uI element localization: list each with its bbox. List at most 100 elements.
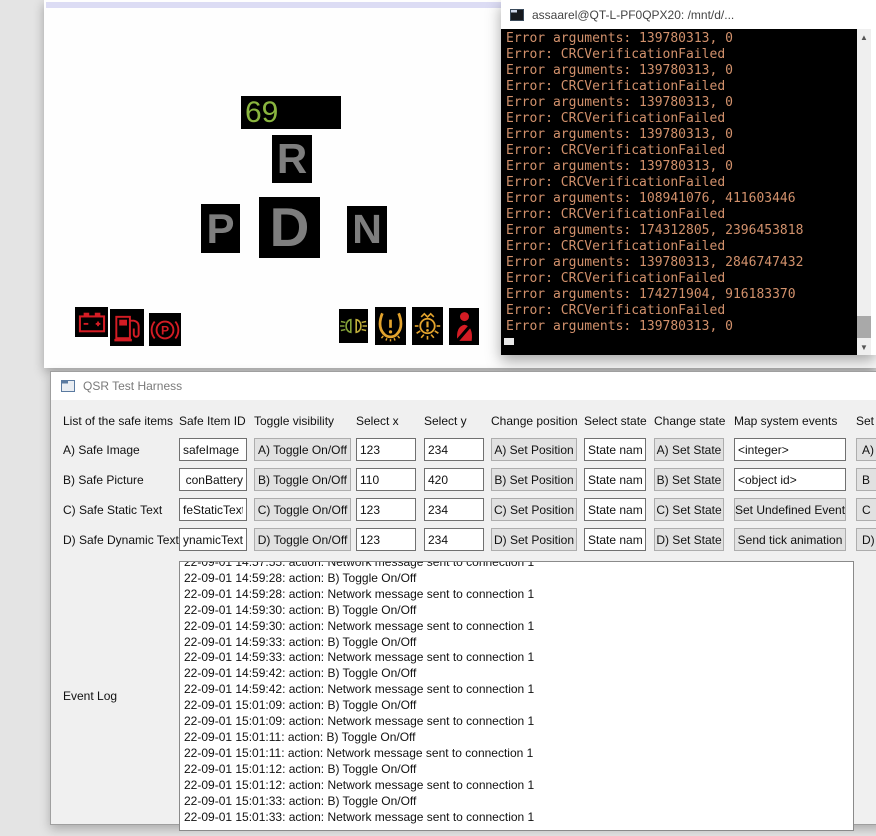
set-position-button-b[interactable]: B) Set Position	[491, 468, 577, 491]
event-log-line: 22-09-01 15:01:09: action: B) Toggle On/…	[184, 698, 849, 714]
event-log-line: 22-09-01 14:57:55: action: Network messa…	[184, 561, 849, 571]
lamp-failure-icon	[412, 307, 443, 345]
row-label-safe-image: A) Safe Image	[63, 438, 179, 461]
header-safe-item-id: Safe Item ID	[179, 408, 254, 434]
overflow-button-c[interactable]: C	[856, 498, 876, 521]
set-position-button-c[interactable]: C) Set Position	[491, 498, 577, 521]
event-log-label: Event Log	[63, 561, 179, 831]
battery-warning-icon	[75, 307, 108, 337]
map-event-input-b[interactable]	[734, 468, 846, 491]
scroll-down-icon[interactable]: ▼	[857, 340, 871, 354]
set-undefined-event-button[interactable]: Set Undefined Event	[734, 498, 846, 521]
terminal-line: Error: CRCVerificationFailed	[506, 143, 857, 159]
gear-indicator-neutral: N	[347, 206, 387, 253]
state-input-a[interactable]	[584, 438, 646, 461]
gear-indicator-park: P	[201, 204, 240, 253]
app-icon	[61, 380, 75, 392]
y-input-a[interactable]	[424, 438, 484, 461]
terminal-line: Error arguments: 139780313, 0	[506, 319, 857, 335]
x-input-b[interactable]	[356, 468, 416, 491]
event-log-line: 22-09-01 15:01:09: action: Network messa…	[184, 714, 849, 730]
set-state-button-b[interactable]: B) Set State	[654, 468, 724, 491]
toggle-button-a[interactable]: A) Toggle On/Off	[254, 438, 351, 461]
state-input-b[interactable]	[584, 468, 646, 491]
desktop: 69 R P D N	[0, 0, 876, 836]
y-input-b[interactable]	[424, 468, 484, 491]
event-log[interactable]: 22-09-01 14:57:55: action: Network messa…	[179, 561, 854, 831]
terminal-line: Error arguments: 174312805, 2396453818	[506, 223, 857, 239]
header-change-state: Change state	[654, 408, 734, 434]
set-state-button-d[interactable]: D) Set State	[654, 528, 724, 551]
overflow-button-a[interactable]: A)	[856, 438, 876, 461]
terminal-line: Error arguments: 108941076, 411603446	[506, 191, 857, 207]
overflow-button-d[interactable]: D) S	[856, 528, 876, 551]
terminal-line: Error: CRCVerificationFailed	[506, 175, 857, 191]
x-input-d[interactable]	[356, 528, 416, 551]
window-title: QSR Test Harness	[83, 379, 182, 393]
state-input-c[interactable]	[584, 498, 646, 521]
toggle-button-b[interactable]: B) Toggle On/Off	[254, 468, 351, 491]
terminal-line: Error: CRCVerificationFailed	[506, 79, 857, 95]
terminal-line: Error arguments: 139780313, 0	[506, 127, 857, 143]
svg-text:P: P	[161, 323, 169, 337]
header-overflow: Set s	[856, 408, 876, 434]
x-input-c[interactable]	[356, 498, 416, 521]
set-state-button-c[interactable]: C) Set State	[654, 498, 724, 521]
terminal-line: Error: CRCVerificationFailed	[506, 111, 857, 127]
terminal-scrollbar[interactable]: ▲ ▼	[857, 29, 871, 355]
terminal-window: assaarel@QT-L-PF0QPX20: /mnt/d/... — □ ✕…	[501, 0, 876, 355]
terminal-line: Error: CRCVerificationFailed	[506, 271, 857, 287]
terminal-icon	[510, 9, 524, 21]
row-label-safe-static-text: C) Safe Static Text	[63, 498, 179, 521]
position-lamp-icon	[339, 309, 368, 343]
speed-display: 69	[241, 96, 341, 129]
map-event-input-a[interactable]	[734, 438, 846, 461]
header-change-position: Change position	[491, 408, 584, 434]
set-position-button-d[interactable]: D) Set Position	[491, 528, 577, 551]
event-log-line: 22-09-01 14:59:28: action: B) Toggle On/…	[184, 571, 849, 587]
y-input-d[interactable]	[424, 528, 484, 551]
event-log-line: 22-09-01 15:01:11: action: Network messa…	[184, 746, 849, 762]
overflow-button-b[interactable]: B	[856, 468, 876, 491]
event-log-line: 22-09-01 15:01:33: action: Network messa…	[184, 810, 849, 826]
event-log-line: 22-09-01 14:59:28: action: Network messa…	[184, 587, 849, 603]
scroll-up-icon[interactable]: ▲	[857, 30, 871, 44]
state-input-d[interactable]	[584, 528, 646, 551]
scrollbar-thumb[interactable]	[857, 316, 871, 338]
event-log-line: 22-09-01 15:01:11: action: B) Toggle On/…	[184, 730, 849, 746]
header-toggle-visibility: Toggle visibility	[254, 408, 356, 434]
header-select-state: Select state	[584, 408, 654, 434]
x-input-a[interactable]	[356, 438, 416, 461]
set-state-button-a[interactable]: A) Set State	[654, 438, 724, 461]
toggle-button-d[interactable]: D) Toggle On/Off	[254, 528, 351, 551]
y-input-c[interactable]	[424, 498, 484, 521]
speed-value: 69	[245, 98, 278, 128]
event-log-line: 22-09-01 14:59:30: action: Network messa…	[184, 619, 849, 635]
event-log-line: 22-09-01 15:01:33: action: B) Toggle On/…	[184, 794, 849, 810]
set-position-button-a[interactable]: A) Set Position	[491, 438, 577, 461]
terminal-line: Error arguments: 139780313, 0	[506, 95, 857, 111]
event-log-line: 22-09-01 15:01:12: action: B) Toggle On/…	[184, 762, 849, 778]
toggle-button-c[interactable]: C) Toggle On/Off	[254, 498, 351, 521]
id-input-b[interactable]	[179, 468, 247, 491]
id-input-a[interactable]	[179, 438, 247, 461]
id-input-c[interactable]	[179, 498, 247, 521]
safe-items-grid: List of the safe items Safe Item ID Togg…	[63, 408, 876, 558]
header-select-y: Select y	[424, 408, 491, 434]
terminal-line: Error: CRCVerificationFailed	[506, 47, 857, 63]
seatbelt-reminder-icon	[449, 308, 479, 345]
terminal-line: Error arguments: 139780313, 0	[506, 31, 857, 47]
qsr-titlebar[interactable]: QSR Test Harness	[51, 372, 876, 400]
row-label-safe-dynamic-text: D) Safe Dynamic Text	[63, 528, 179, 551]
event-log-line: 22-09-01 14:59:42: action: B) Toggle On/…	[184, 666, 849, 682]
event-log-line: 22-09-01 14:59:33: action: B) Toggle On/…	[184, 635, 849, 651]
id-input-d[interactable]	[179, 528, 247, 551]
send-tick-animation-button[interactable]: Send tick animation	[734, 528, 846, 551]
terminal-cursor	[504, 338, 514, 345]
terminal-output[interactable]: Error arguments: 139780313, 0Error: CRCV…	[501, 29, 857, 355]
terminal-titlebar[interactable]: assaarel@QT-L-PF0QPX20: /mnt/d/... — □ ✕	[501, 0, 876, 29]
terminal-line: Error arguments: 139780313, 0	[506, 63, 857, 79]
cluster-window-top-edge	[46, 2, 503, 8]
terminal-line: Error: CRCVerificationFailed	[506, 239, 857, 255]
gear-indicator-reverse: R	[272, 135, 312, 183]
